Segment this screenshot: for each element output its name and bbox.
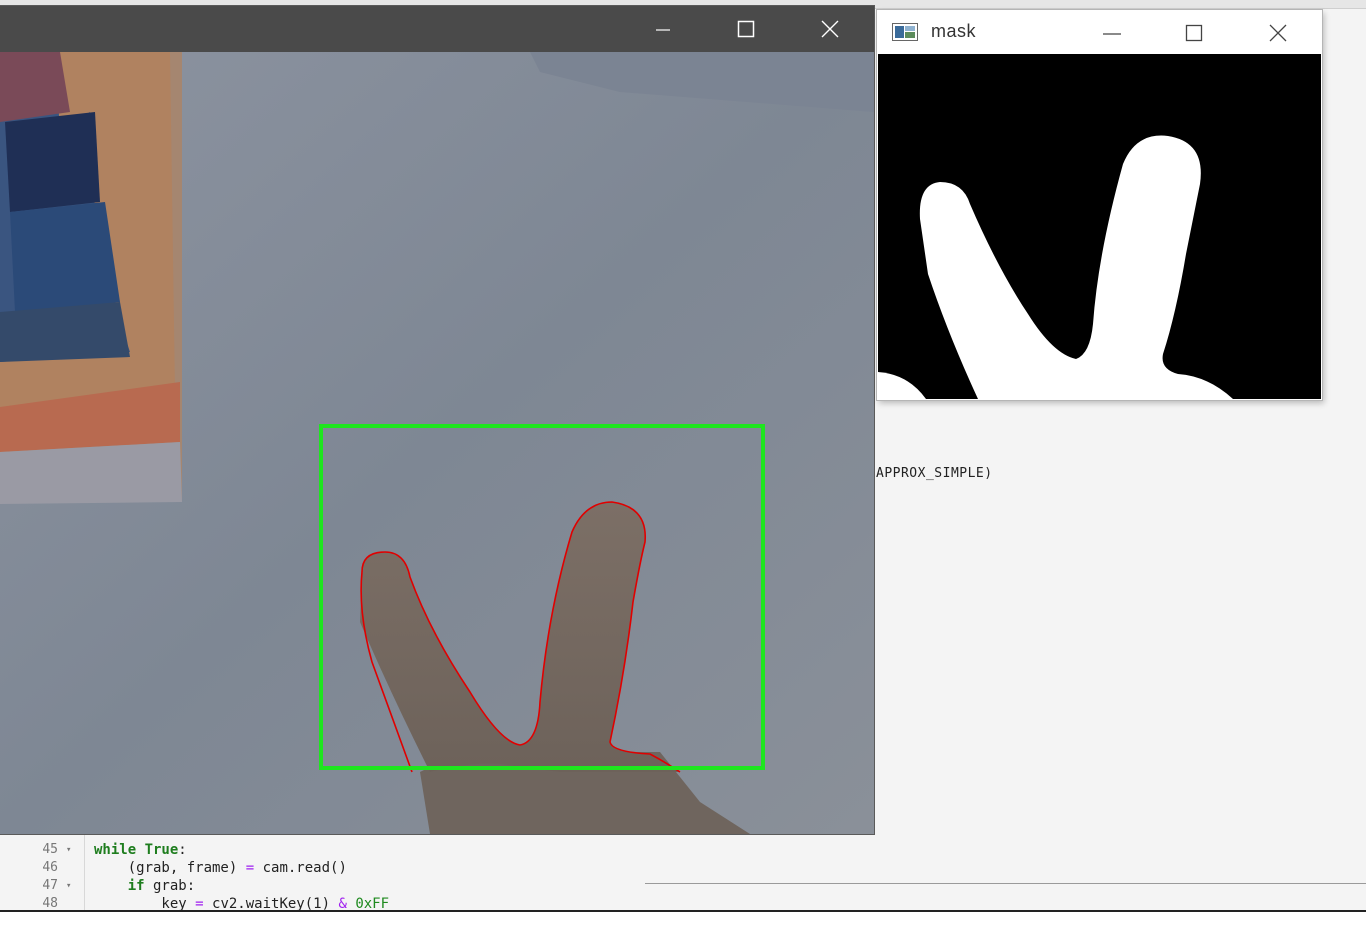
close-icon (1269, 24, 1287, 42)
fold-arrow-icon[interactable]: ▾ (66, 841, 71, 859)
fold-arrow-icon[interactable]: ▾ (66, 877, 71, 895)
line-number: 46 (42, 860, 58, 875)
line-number: 45 (42, 842, 58, 857)
panel-divider (645, 883, 1366, 884)
code-text: (grab, frame) = cam.read() (94, 860, 347, 876)
page-footer-blank (0, 912, 1366, 942)
close-button[interactable] (807, 6, 853, 52)
camera-frame-image (0, 52, 874, 834)
binary-mask-image (878, 54, 1321, 399)
code-text: key = cv2.waitKey(1) & 0xFF (94, 896, 390, 910)
camera-feed (0, 52, 874, 834)
maximize-icon (1185, 24, 1203, 42)
camera-window-titlebar[interactable] (0, 6, 874, 52)
line-number: 48 (42, 896, 58, 910)
opencv-window-icon (892, 23, 918, 41)
close-button[interactable] (1255, 10, 1301, 56)
code-text: if grab: (127, 878, 196, 894)
minimize-button[interactable] (640, 6, 686, 52)
camera-window[interactable] (0, 6, 874, 834)
minimize-button[interactable] (1089, 10, 1135, 56)
close-icon (821, 20, 839, 38)
mask-window[interactable]: mask (877, 10, 1322, 400)
code-fragment: APPROX_SIMPLE) (876, 466, 993, 481)
maximize-button[interactable] (1171, 10, 1217, 56)
window-title: mask (931, 21, 977, 41)
line-number: 47 (42, 878, 58, 893)
maximize-button[interactable] (723, 6, 769, 52)
minimize-icon (656, 29, 670, 31)
minimize-icon (1103, 33, 1121, 35)
mask-image (878, 54, 1321, 399)
maximize-icon (737, 20, 755, 38)
code-text: while True: (94, 842, 187, 858)
mask-window-titlebar[interactable]: mask (877, 10, 1322, 54)
code-editor[interactable]: 45 ▾ while True: 46 (grab, frame) = cam.rea… (0, 834, 645, 910)
